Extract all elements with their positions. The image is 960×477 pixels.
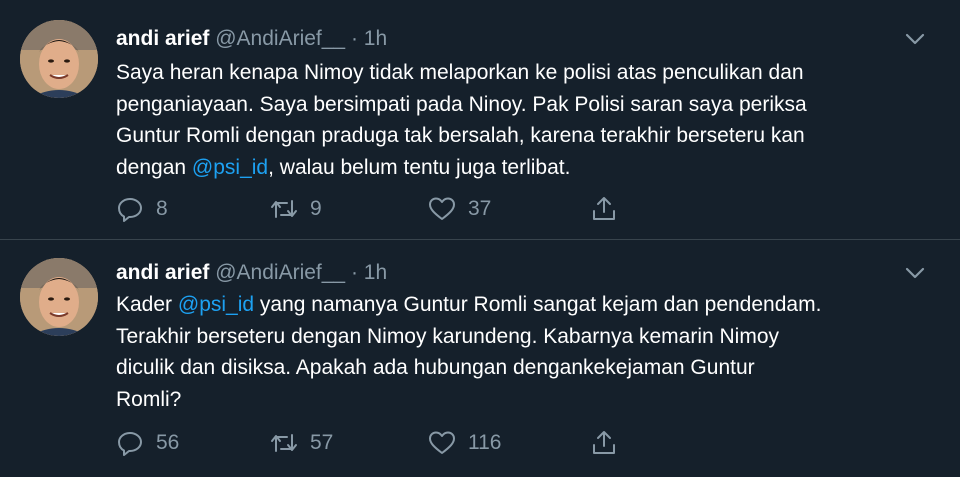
mention-link[interactable]: @psi_id (178, 293, 254, 316)
tweet-actions: 8 9 37 (116, 192, 676, 226)
like-button[interactable]: 37 (428, 192, 491, 226)
like-count: 116 (468, 431, 502, 454)
retweet-button[interactable]: 57 (270, 426, 333, 460)
author-name[interactable]: andi arief (116, 27, 209, 50)
avatar-photo (20, 258, 98, 336)
tweet-text: Kader @psi_id yang namanya Guntur Romli … (116, 289, 936, 415)
retweet-icon (271, 200, 297, 218)
tweet-text: Saya heran kenapa Nimoy tidak melaporkan… (116, 57, 936, 183)
tweet-header: andi arief @AndiArief__ · 1h (116, 260, 387, 286)
chevron-down-icon[interactable] (904, 266, 926, 280)
tweet-text-part: Kader (116, 293, 178, 316)
like-button[interactable]: 116 (428, 426, 501, 460)
author-handle[interactable]: @AndiArief__ (215, 27, 345, 50)
tweet[interactable]: andi arief @AndiArief__ · 1h Kader @psi_… (0, 240, 960, 477)
tweet-feed: andi arief @AndiArief__ · 1h Saya heran … (0, 0, 960, 477)
reply-button[interactable]: 8 (116, 192, 168, 226)
retweet-count: 57 (310, 431, 334, 454)
author-handle[interactable]: @AndiArief__ (215, 261, 345, 284)
tweet-text-part: , walau belum tentu juga terlibat. (268, 155, 571, 179)
avatar[interactable] (20, 20, 98, 98)
separator-dot: · (350, 27, 358, 50)
retweet-count: 9 (310, 197, 322, 220)
share-icon (593, 431, 615, 454)
reply-button[interactable]: 56 (116, 426, 179, 460)
author-name[interactable]: andi arief (116, 261, 209, 284)
avatar-photo (20, 20, 98, 98)
retweet-button[interactable]: 9 (270, 192, 322, 226)
share-button[interactable] (590, 192, 618, 226)
chevron-down-icon[interactable] (904, 32, 926, 46)
separator-dot: · (350, 261, 358, 284)
timestamp[interactable]: 1h (364, 261, 387, 284)
reply-count: 56 (156, 431, 180, 454)
retweet-icon (271, 434, 297, 452)
tweet-header: andi arief @AndiArief__ · 1h (116, 26, 387, 52)
tweet[interactable]: andi arief @AndiArief__ · 1h Saya heran … (0, 0, 960, 240)
like-count: 37 (468, 197, 492, 220)
timestamp[interactable]: 1h (364, 27, 387, 50)
share-icon (593, 197, 615, 220)
reply-icon (118, 198, 142, 222)
reply-count: 8 (156, 197, 168, 220)
tweet-actions: 56 57 116 (116, 426, 676, 460)
share-button[interactable] (590, 426, 618, 460)
reply-icon (118, 432, 142, 456)
mention-link[interactable]: @psi_id (192, 156, 268, 179)
avatar[interactable] (20, 258, 98, 336)
heart-icon (429, 431, 455, 454)
heart-icon (429, 197, 455, 220)
